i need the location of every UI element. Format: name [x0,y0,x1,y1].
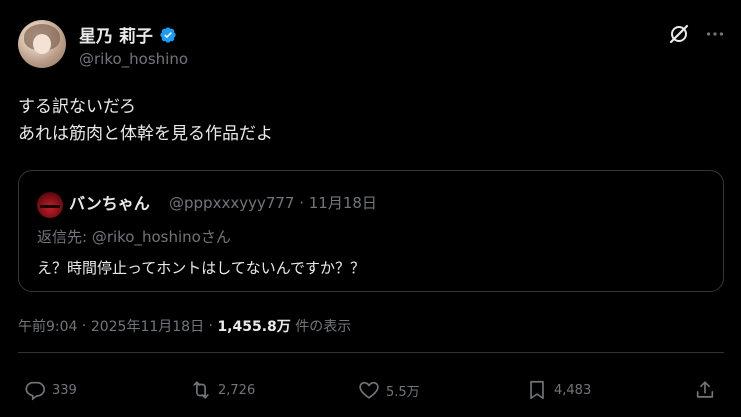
tweet-line: あれは筋肉と体幹を見る作品だよ [18,124,273,144]
quoted-author-name: バンちゃん [69,194,150,213]
share-button[interactable] [694,378,716,402]
heart-icon [359,381,379,399]
reply-icon [25,381,45,401]
reply-button[interactable]: 339 [24,378,77,402]
repost-button[interactable]: 2,726 [190,378,255,402]
author-name-row[interactable]: 星乃 莉子 [79,22,177,47]
quoted-author-avatar [37,192,63,218]
view-label: 件の表示 [290,319,352,335]
verified-badge-icon [160,26,176,43]
repost-count: 2,726 [218,382,256,398]
tweet-meta: 午前9:04 · 2025年11月18日 · 1,455.8万 件の表示 [18,316,351,336]
tweet-line: する訳ないだろ [18,97,136,117]
bookmark-button[interactable]: 4,483 [526,378,591,402]
view-count: 1,455.8万 [217,319,291,335]
bookmark-count: 4,483 [554,382,592,398]
author-avatar[interactable] [18,20,66,68]
bookmark-icon [530,380,544,400]
share-icon [696,381,714,398]
author-display-name[interactable]: 星乃 莉子 [79,22,153,47]
repost-icon [193,381,209,399]
avatar-silhouette [40,205,60,208]
quoted-tweet-card[interactable]: バンちゃん @pppxxxyyy777 · 11月18日 返信先: @riko_… [18,170,724,292]
meta-separator: · [204,318,218,334]
tweet-text: する訳ないだろ あれは筋肉と体幹を見る作品だよ [18,94,273,148]
more-options-icon[interactable] [704,22,726,46]
like-count: 5.5万 [386,384,420,400]
avatar-face [33,34,51,54]
grok-icon[interactable] [667,22,691,46]
quoted-tweet-text: え？時間停止ってホントはしてないんですか？？ [37,259,366,277]
quoted-reply-to: 返信先: @riko_hoshinoさん [37,228,231,246]
author-handle[interactable]: @riko_hoshino [79,50,188,68]
divider [18,352,724,353]
tweet-date[interactable]: 2025年11月18日 [91,316,204,336]
meta-separator: · [77,318,91,334]
like-button[interactable]: 5.5万 [358,378,420,402]
reply-count: 339 [52,382,77,398]
tweet-time[interactable]: 午前9:04 [18,316,77,336]
quoted-author-handle-date: @pppxxxyyy777 · 11月18日 [169,194,377,212]
